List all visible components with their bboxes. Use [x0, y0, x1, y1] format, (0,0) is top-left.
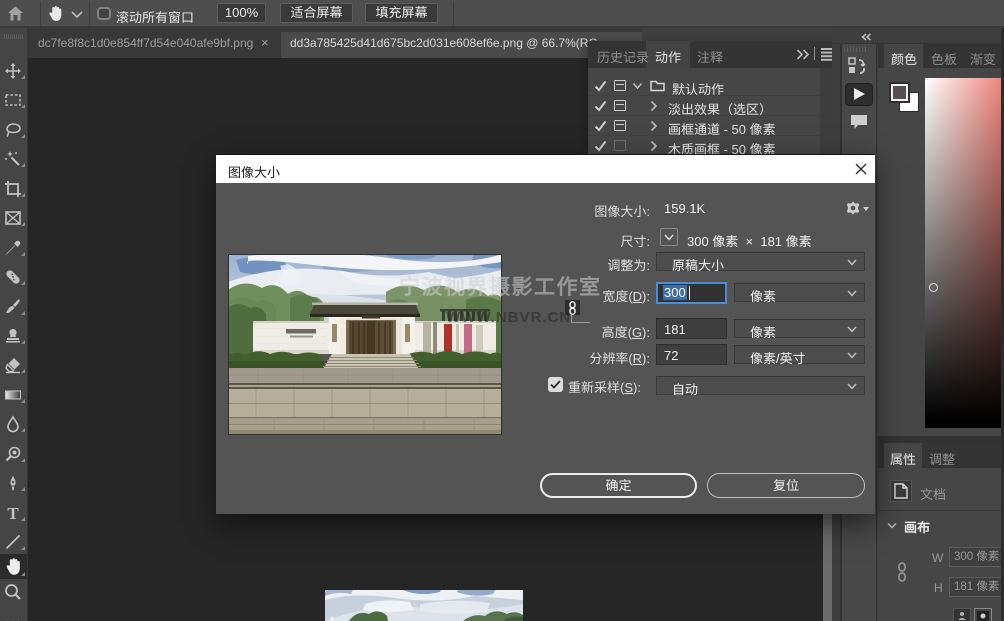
- svg-text:T: T: [7, 504, 19, 523]
